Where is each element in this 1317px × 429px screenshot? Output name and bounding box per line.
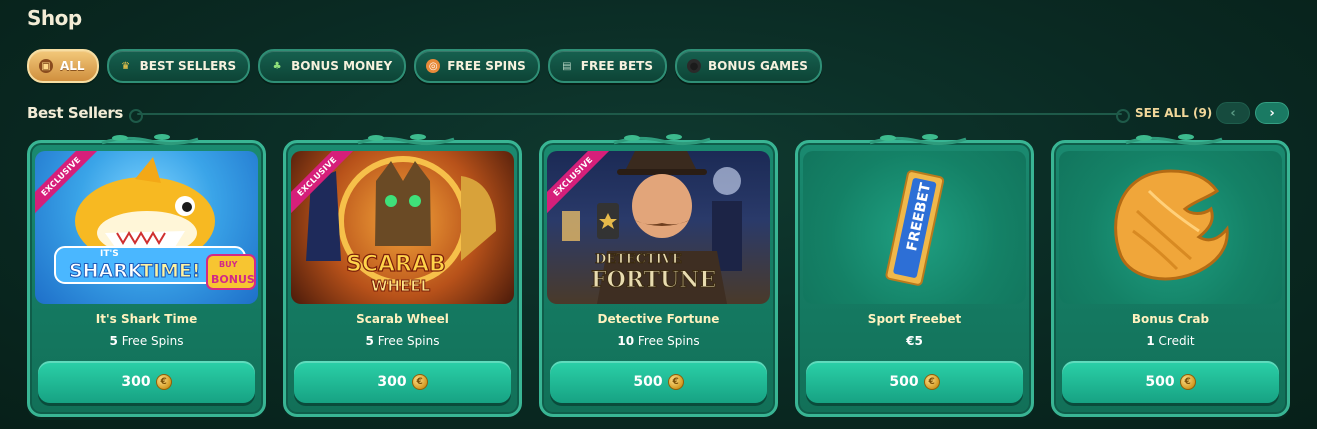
card-quantity: 1 (1146, 334, 1155, 348)
see-all-link[interactable]: SEE ALL (9) (1135, 106, 1212, 120)
filter-label: BONUS GAMES (707, 59, 808, 73)
chevron-left-icon: ‹ (1230, 105, 1236, 121)
coin-icon: € (1179, 374, 1196, 390)
filter-free-bets[interactable]: ▤ FREE BETS (547, 49, 667, 83)
card-title: It's Shark Time (95, 312, 198, 326)
art-text: DETECTIVE (595, 252, 682, 267)
art-text: WHEEL (371, 277, 431, 295)
chest-icon: ▣ (39, 59, 53, 73)
card-subtitle: 5 Free Spins (30, 334, 263, 348)
coin-icon: € (667, 374, 684, 390)
card-title: Sport Freebet (867, 312, 962, 326)
filter-label: FREE BETS (580, 59, 653, 73)
card-quantity: 5 (365, 334, 374, 348)
product-card[interactable]: DETECTIVE FORTUNE EXCLUSIVE Detective Fo… (539, 134, 778, 417)
filter-all[interactable]: ▣ ALL (27, 49, 99, 83)
filter-label: ALL (60, 59, 85, 73)
ticket-illustration: FREEBET (885, 170, 945, 286)
art-text: BUY (219, 260, 238, 269)
scarab-wheel-game-art: SCARAB WHEEL EXCLUSIVE (291, 151, 514, 304)
card-title: Detective Fortune (597, 312, 720, 326)
card-title: Scarab Wheel (356, 312, 449, 326)
carousel-next-button[interactable]: › (1255, 102, 1289, 124)
filter-bonus-money[interactable]: ♣ BONUS MONEY (258, 49, 407, 83)
filter-bonus-games[interactable]: ● BONUS GAMES (674, 49, 822, 83)
price-label: 500 (889, 374, 919, 390)
card-unit: Free Spins (377, 334, 440, 348)
art-text: FORTUNE (591, 267, 716, 293)
art-text: SHARK (69, 260, 144, 282)
price-label: 500 (633, 374, 663, 390)
card-quantity: 10 (617, 334, 635, 348)
art-text: SCARAB (346, 252, 446, 277)
card-quantity: €5 (906, 334, 923, 348)
spin-icon: ◎ (426, 59, 441, 73)
product-carousel: IT'S SHARK TIME! BUY BONUS EXCLUSIVE It'… (27, 134, 1290, 417)
filter-best-sellers[interactable]: ♛ BEST SELLERS (106, 49, 251, 83)
detective-fortune-game-art: DETECTIVE FORTUNE EXCLUSIVE (547, 151, 770, 304)
card-subtitle: €5 (798, 334, 1031, 348)
carousel-prev-button[interactable]: ‹ (1216, 102, 1250, 124)
price-label: 300 (121, 374, 151, 390)
card-title: Bonus Crab (1131, 312, 1210, 326)
section-title: Best Sellers (27, 104, 123, 122)
product-card[interactable]: SCARAB WHEEL EXCLUSIVE Scarab Wheel 5 Fr… (283, 134, 522, 417)
product-card[interactable]: FREEBET Sport Freebet €5 500 € (795, 134, 1034, 417)
vine-decoration (613, 134, 711, 146)
buy-button[interactable]: 300 € (38, 361, 255, 403)
card-unit: Free Spins (121, 334, 184, 348)
freebet-ticket-icon: FREEBET (803, 151, 1026, 304)
art-text: TIME! (140, 260, 201, 282)
filter-label: BONUS MONEY (291, 59, 393, 73)
page-title: Shop (27, 6, 82, 30)
filter-label: FREE SPINS (447, 59, 526, 73)
buy-button[interactable]: 500 € (550, 361, 767, 403)
product-card[interactable]: IT'S SHARK TIME! BUY BONUS EXCLUSIVE It'… (27, 134, 266, 417)
buy-button[interactable]: 500 € (806, 361, 1023, 403)
art-text: IT'S (100, 249, 119, 259)
buy-button[interactable]: 300 € (294, 361, 511, 403)
price-label: 500 (1145, 374, 1175, 390)
coin-icon: € (155, 374, 172, 390)
card-unit: Free Spins (637, 334, 700, 348)
filter-bar: ▣ ALL ♛ BEST SELLERS ♣ BONUS MONEY ◎ FRE… (27, 49, 822, 83)
vine-decoration (1125, 134, 1223, 146)
product-card[interactable]: Bonus Crab 1 Credit 500 € (1051, 134, 1290, 417)
buy-button[interactable]: 500 € (1062, 361, 1279, 403)
vine-divider (129, 109, 1130, 123)
card-unit: Credit (1158, 334, 1195, 348)
ticket-icon: ▤ (562, 60, 572, 72)
price-label: 300 (377, 374, 407, 390)
vine-decoration (101, 134, 199, 146)
card-subtitle: 10 Free Spins (542, 334, 775, 348)
clover-icon: ♣ (272, 60, 282, 72)
section-header: Best Sellers SEE ALL (9) ‹ › (27, 102, 1291, 126)
vine-decoration (357, 134, 455, 146)
art-text: BONUS (211, 273, 255, 286)
shark-time-game-art: IT'S SHARK TIME! BUY BONUS EXCLUSIVE (35, 151, 258, 304)
bonus-crab-icon (1059, 151, 1282, 304)
filter-label: BEST SELLERS (139, 59, 237, 73)
bomb-icon: ● (686, 59, 701, 73)
card-subtitle: 1 Credit (1054, 334, 1287, 348)
card-quantity: 5 (109, 334, 118, 348)
coin-icon: € (923, 374, 940, 390)
chevron-right-icon: › (1269, 105, 1275, 121)
trophy-icon: ♛ (121, 60, 131, 72)
crab-claw-illustration (1114, 169, 1229, 281)
coin-icon: € (411, 374, 428, 390)
card-subtitle: 5 Free Spins (286, 334, 519, 348)
filter-free-spins[interactable]: ◎ FREE SPINS (414, 49, 540, 83)
vine-decoration (869, 134, 967, 146)
